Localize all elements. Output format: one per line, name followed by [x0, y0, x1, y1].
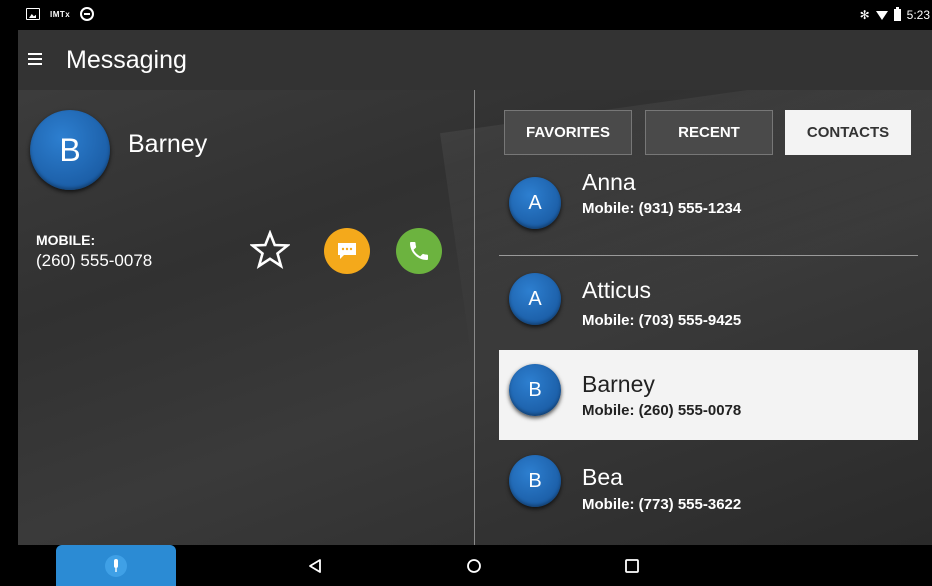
tab-favorites[interactable]: FAVORITES — [504, 110, 632, 155]
menu-icon[interactable] — [28, 53, 42, 65]
bluetooth-icon: ✻ — [859, 8, 870, 22]
contact-tabs: FAVORITES RECENT CONTACTS — [504, 110, 914, 156]
contact-row-atticus[interactable]: A Atticus Mobile: (703) 555-9425 — [499, 259, 918, 349]
tab-recent[interactable]: RECENT — [645, 110, 773, 155]
app-bar: Messaging — [18, 30, 932, 90]
contact-row-name: Bea — [582, 464, 623, 490]
recent-apps-icon[interactable] — [624, 558, 640, 579]
tab-contacts[interactable]: CONTACTS — [785, 110, 911, 155]
contact-row-barney[interactable]: B Barney Mobile: (260) 555-0078 — [499, 350, 918, 440]
contact-avatar-initial: B — [59, 131, 81, 168]
contact-row-name: Barney — [582, 371, 655, 397]
app-title: Messaging — [66, 46, 187, 74]
contact-avatar: A — [509, 177, 561, 229]
avatar-initial: B — [528, 469, 542, 492]
status-app-text: IMTx — [50, 9, 71, 19]
contact-row-phone: Mobile: (260) 555-0078 — [582, 402, 742, 419]
contact-avatar: A — [509, 273, 561, 325]
status-right: ✻ 5:23 — [859, 7, 930, 22]
contact-row-name: Anna — [582, 170, 636, 195]
home-icon[interactable] — [466, 558, 482, 579]
back-icon[interactable] — [308, 558, 322, 579]
phone-icon — [410, 242, 428, 260]
navigation-bar — [18, 545, 932, 586]
contact-detail-pane: B Barney MOBILE: (260) 555-0078 — [18, 90, 474, 545]
contact-name: Barney — [128, 130, 208, 158]
status-bar: IMTx ✻ 5:23 — [18, 0, 932, 30]
message-button[interactable] — [324, 228, 370, 274]
wifi-icon — [875, 10, 888, 20]
call-button[interactable] — [396, 228, 442, 274]
avatar-initial: B — [528, 378, 542, 401]
contact-avatar: B — [509, 364, 561, 416]
contact-list[interactable]: A Anna Mobile: (931) 555-1234 A Atticus … — [499, 170, 919, 545]
pane-divider — [474, 90, 475, 545]
contact-avatar: B — [509, 455, 561, 507]
avatar-initial: A — [528, 287, 542, 310]
contact-row-anna[interactable]: A Anna Mobile: (931) 555-1234 — [499, 170, 918, 245]
status-time: 5:23 — [906, 8, 930, 22]
avatar-initial: A — [528, 191, 542, 214]
contact-row-phone: Mobile: (703) 555-9425 — [582, 312, 742, 329]
list-divider — [499, 255, 918, 256]
message-icon — [338, 243, 356, 259]
phone-type-label: MOBILE: — [36, 232, 96, 248]
contact-avatar: B — [30, 110, 110, 190]
microphone-icon — [105, 554, 127, 577]
voice-button[interactable] — [56, 545, 176, 586]
image-notification-icon — [26, 8, 40, 20]
phone-number: (260) 555-0078 — [36, 251, 153, 270]
contact-row-name: Atticus — [582, 277, 652, 303]
contact-row-phone: Mobile: (931) 555-1234 — [582, 200, 742, 217]
contact-row-phone: Mobile: (773) 555-3622 — [582, 496, 742, 513]
battery-icon — [893, 7, 901, 21]
steering-wheel-icon — [80, 7, 95, 21]
status-left: IMTx — [26, 7, 95, 21]
contact-row-bea[interactable]: B Bea Mobile: (773) 555-3622 — [499, 445, 918, 535]
favorite-star-icon[interactable] — [248, 229, 292, 270]
